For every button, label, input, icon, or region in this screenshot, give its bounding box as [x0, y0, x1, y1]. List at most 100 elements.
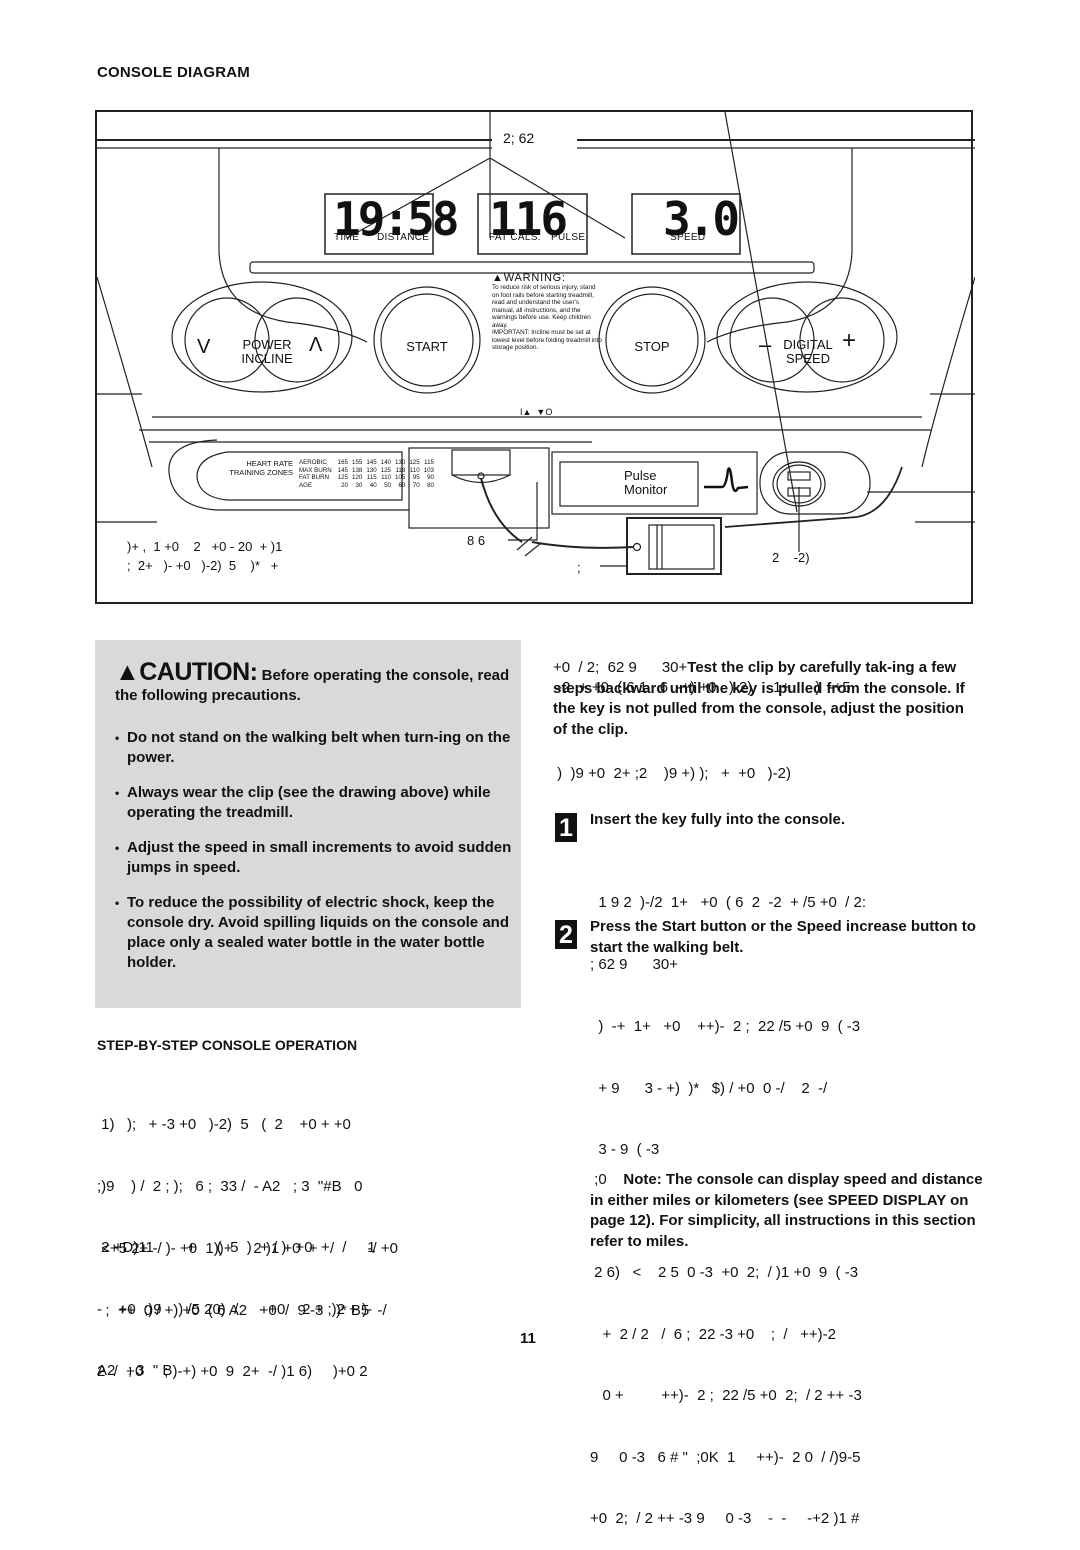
display-callout-label: 2; 62 [497, 130, 541, 147]
heart-rate-value: 140 [380, 459, 391, 466]
heart-rate-value: 115 [366, 474, 377, 482]
heart-rate-value: 165 [337, 459, 348, 466]
text-line: 0 + ++)- 2 ; 22 /5 +0 2; / 2 ++ -3 [590, 1387, 862, 1404]
step-1-badge: 1 [555, 813, 577, 842]
heart-rate-heading-line2: TRAINING ZONES [229, 468, 293, 477]
text-line: ; ++ 0 / +) +0 ( 6 A2 +0 / 9 -3 )* B5 -/ [97, 1301, 387, 1319]
pulse-monitor-label: Pulse Monitor [624, 469, 667, 497]
pulse-monitor-line1: Pulse [624, 468, 657, 483]
caution-word: CAUTION: [139, 658, 258, 686]
incline-label-line1: POWER [242, 337, 292, 352]
callout-clip: ; [577, 560, 581, 575]
start-button[interactable]: START [397, 340, 457, 354]
incline-label-line2: INCLINE [241, 351, 293, 366]
text-line: 1 9 2 )-/2 1+ +0 ( 6 2 -2 + /5 +0 / 2: [590, 894, 866, 911]
warning-icon: ▲ [492, 272, 504, 284]
label-pulse: PULSE [551, 232, 586, 243]
heart-rate-row-label: AEROBIC [299, 459, 327, 466]
heart-rate-row: MAX BURN 145 138 130 125 118 110 103 [297, 467, 436, 475]
speed-decrease-button[interactable]: – [759, 334, 771, 356]
caution-item: Do not stand on the walking belt when tu… [115, 728, 515, 768]
pulse-wave-icon [704, 467, 749, 493]
pulse-monitor-line2: Monitor [624, 482, 668, 497]
step-2-title: Press the Start button or the Speed incr… [590, 918, 976, 956]
operation-heading: STEP-BY-STEP CONSOLE OPERATION [97, 1037, 358, 1053]
heart-rate-heading-line1: HEART RATE [246, 459, 293, 468]
safety-clip[interactable] [627, 518, 721, 574]
text-line: +0 2; / 2 ++ -3 9 0 -3 - - -+2 )1 # [590, 1510, 860, 1527]
heart-rate-zones-table: AEROBIC 165 155 145 140 130 125 115 MAX BURN 145 1… [297, 459, 436, 489]
power-switch-symbols: I▲ ▼O [520, 407, 553, 417]
section-title: CONSOLE DIAGRAM [97, 64, 250, 81]
label-fat-cals: FAT CALS. [489, 232, 541, 243]
warning-text: To reduce risk of serious injury, stand … [492, 284, 596, 329]
text-line: ;)9 ) / 2 ; ); 6 ; 33 / - A2 ; 3 "#B 0 [97, 1177, 363, 1195]
key-slot[interactable] [452, 450, 510, 475]
heart-rate-value: 138 [352, 466, 363, 474]
callout-pulse-sensor: 2 -2) [772, 550, 810, 565]
heart-rate-heading: HEART RATE TRAINING ZONES [229, 459, 293, 477]
incline-up-button[interactable]: Λ [309, 335, 322, 355]
stop-button[interactable]: STOP [622, 340, 682, 354]
heart-rate-value: 70 [412, 481, 420, 489]
callout-key: 8 6 [467, 533, 486, 548]
console-line-art [97, 112, 975, 575]
text-line: <+5 2+ -/ )- +0 1))+ 2 )1 +0 + / -/ +0 [97, 1240, 398, 1257]
heart-rate-value: 125 [337, 474, 348, 482]
heart-rate-row: AGE 20 30 40 50 60 70 80 [297, 482, 436, 490]
text-line: 2 6) < 2 5 0 -3 +0 2; / )1 +0 9 ( -3 [590, 1264, 859, 1281]
speed-label: DIGITAL SPEED [778, 338, 838, 366]
clip-paragraph: +0 / 2; 62 9 30+Test the clip by careful… [553, 658, 973, 740]
incline-label: POWER INCLINE [237, 338, 297, 366]
heart-rate-value: 30 [355, 481, 363, 489]
heart-rate-value: 145 [366, 459, 377, 466]
heart-rate-row-label: FAT BURN [299, 474, 330, 482]
speed-increase-button[interactable]: + [842, 329, 856, 353]
text-line: + 9 3 - +) )* $) / +0 0 -/ 2 -/ [590, 1079, 828, 1097]
step-2-body: ) -+ 1+ +0 ++)- 2 ; 22 /5 +0 9 ( -3 + 9 … [590, 976, 862, 1550]
heart-rate-value: 40 [369, 481, 377, 489]
caution-heading: ▲CAUTION: Before operating the console, … [115, 660, 515, 706]
text-line: 2 / +0 ; )-+) +0 9 2+ -/ )1 6) )+0 2 [97, 1363, 368, 1380]
heart-rate-value: 118 [395, 466, 406, 474]
text-line: 9 0 -3 6 # " ;0K 1 ++)- 2 0 / /)9-5 [590, 1448, 861, 1466]
text-line: ) )9 +0 2+ ;2 )9 +) ); + +0 )-2) [553, 765, 792, 782]
heart-rate-value: 130 [394, 459, 406, 466]
heart-rate-row: AEROBIC 165 155 145 140 130 125 115 [297, 459, 436, 467]
heart-rate-value: 80 [427, 481, 434, 489]
heart-rate-row-label: AGE [299, 481, 313, 489]
heart-rate-value: 105 [394, 474, 406, 482]
label-distance: DISTANCE [377, 232, 430, 243]
step-2-note: ;0 Note: The console can display speed a… [590, 1170, 985, 1252]
text-line: + 2 / 2 / 6 ; 22 -3 +0 ; / ++)-2 [590, 1325, 836, 1343]
warning-important: IMPORTANT: Incline must be set at lowest… [492, 329, 602, 351]
step-2-badge: 2 [555, 920, 577, 949]
speed-label-line1: DIGITAL [783, 337, 833, 352]
heart-rate-value: 120 [352, 474, 363, 482]
heart-rate-row-label: MAX BURN [299, 466, 332, 474]
caution-list: Do not stand on the walking belt when tu… [115, 728, 515, 988]
heart-rate-value: 90 [427, 474, 434, 482]
caution-box: ▲CAUTION: Before operating the console, … [95, 640, 521, 1008]
text-line: 1) ); + -3 +0 )-2) 5 ( 2 +0 + +0 [97, 1116, 351, 1133]
heart-rate-value: 110 [409, 466, 420, 474]
heart-rate-value: 50 [384, 481, 391, 489]
callout-left-line2: ; 2+ )- +0 )-2) 5 )* + [127, 558, 279, 573]
heart-rate-value: 115 [424, 459, 434, 466]
heart-rate-value: 103 [423, 466, 434, 474]
heart-rate-row: FAT BURN 125 120 115 110 105 95 90 [297, 474, 436, 482]
pulse-sensor[interactable] [771, 468, 781, 498]
callout-left-line1: )+ , 1 +0 2 +0 - 20 + )1 [127, 539, 283, 554]
text-line: ;0 [590, 1171, 624, 1188]
heart-rate-value: 130 [366, 466, 377, 474]
heart-rate-value: 95 [412, 474, 420, 482]
label-time: TIME [334, 232, 360, 243]
heart-rate-value: 125 [380, 466, 391, 474]
incline-down-button[interactable]: V [197, 337, 210, 357]
speed-label-line2: SPEED [785, 351, 831, 366]
page-number: 11 [520, 1330, 536, 1347]
step-1-title: Insert the key fully into the console. [590, 811, 846, 828]
caution-item: To reduce the possibility of electric sh… [115, 893, 515, 973]
heart-rate-value: 20 [341, 481, 348, 489]
warning-title: WARNING: [503, 272, 566, 284]
